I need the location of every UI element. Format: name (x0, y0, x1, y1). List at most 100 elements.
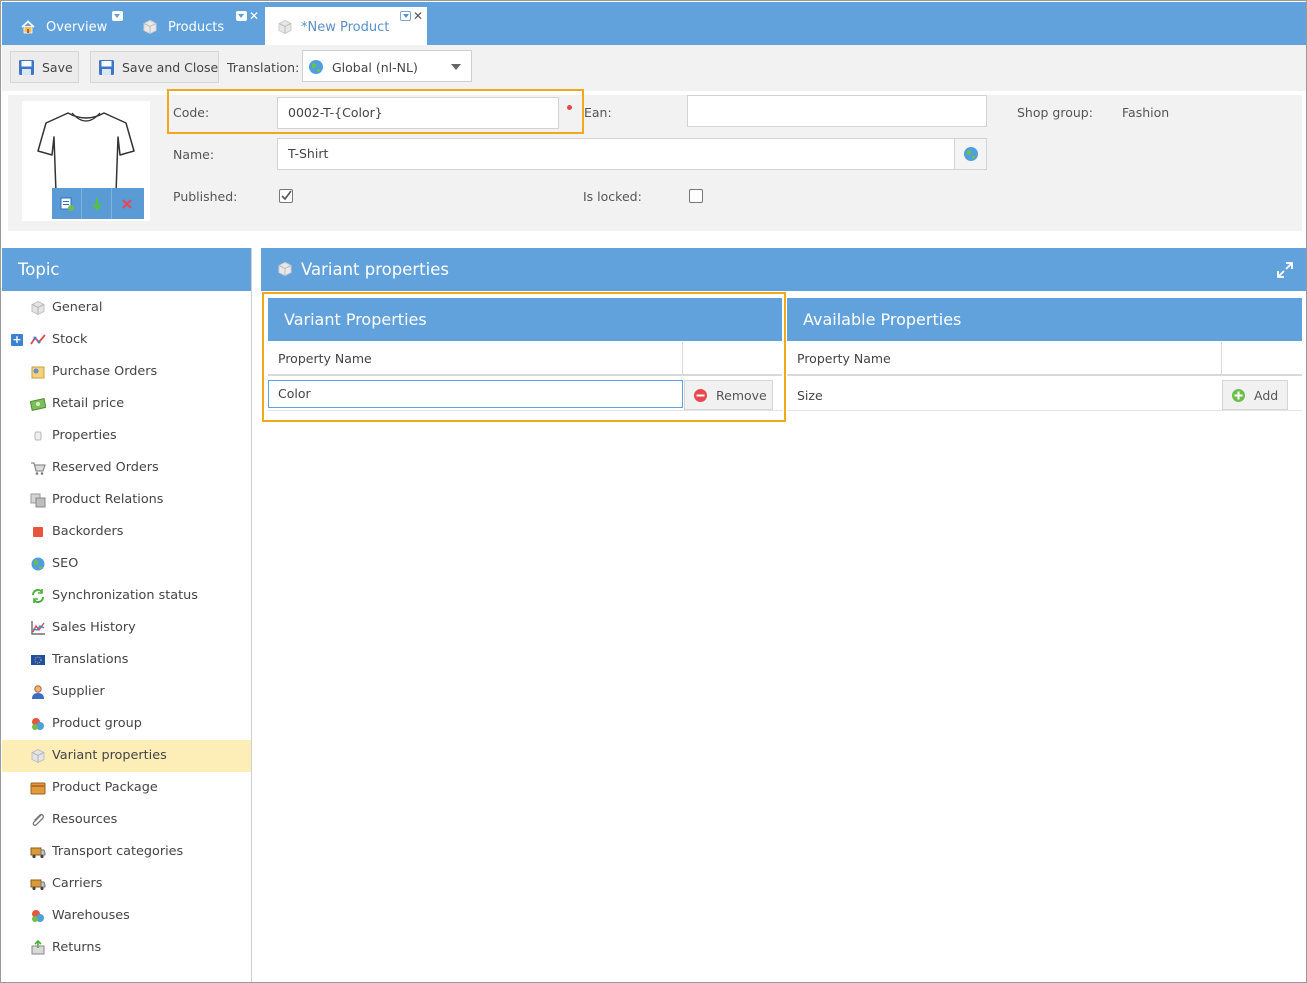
sidebar-item-label: Carriers (52, 876, 103, 891)
sidebar-item-carriers[interactable]: Carriers (2, 868, 251, 900)
sidebar-item-label: Warehouses (52, 908, 130, 923)
truck-icon (30, 879, 46, 891)
remove-button[interactable]: Remove (684, 380, 773, 410)
published-checkbox[interactable] (279, 189, 293, 203)
remove-circle-icon (694, 389, 707, 402)
sidebar-item-translations[interactable]: Translations (2, 644, 251, 676)
checkmark-icon (281, 190, 292, 201)
sync-icon (32, 589, 44, 603)
arrow-down-icon (91, 197, 102, 211)
table-row: Size Add (787, 377, 1302, 411)
tshirt-image-icon (37, 112, 135, 194)
sidebar-item-label: Returns (52, 940, 102, 955)
cube-icon (31, 300, 45, 316)
cube-icon (31, 748, 45, 764)
sidebar-item-general[interactable]: General (2, 292, 251, 324)
sidebar-item-label: Stock (52, 332, 88, 347)
sidebar-item-sales-history[interactable]: Sales History (2, 612, 251, 644)
name-field[interactable]: T-Shirt (277, 138, 955, 170)
sidebar-item-retail-price[interactable]: Retail price (2, 388, 251, 420)
sidebar-item-product-relations[interactable]: Product Relations (2, 484, 251, 516)
cart-icon (31, 462, 46, 475)
is-locked-checkbox[interactable] (689, 189, 703, 203)
maximize-icon[interactable] (1277, 262, 1293, 278)
tab-menu-chevron-down-icon[interactable] (112, 11, 123, 21)
expand-plus-icon[interactable]: + (11, 334, 23, 346)
delete-icon (122, 198, 132, 209)
tab-label: Overview (46, 20, 108, 35)
code-field[interactable]: 0002-T-{Color} (277, 97, 559, 129)
save-and-close-button[interactable]: Save and Close (90, 51, 219, 83)
sidebar-item-seo[interactable]: SEO (2, 548, 251, 580)
sidebar-item-product-group[interactable]: Product group (2, 708, 251, 740)
shop-group-value: Fashion (1122, 105, 1170, 120)
sidebar-item-label: Supplier (52, 684, 105, 699)
table-row: Color Remove (267, 377, 783, 411)
sidebar-item-transport-categories[interactable]: Transport categories (2, 836, 251, 868)
tab-new-product[interactable]: *New Product ✕ (265, 7, 427, 45)
delete-image-button[interactable] (112, 188, 142, 219)
variant-properties-grid-title: Variant Properties (268, 298, 782, 341)
variant-property-value-field[interactable]: Color (268, 380, 683, 408)
cube-icon (278, 19, 292, 35)
main-panel-title: Variant properties (301, 260, 449, 279)
topic-sidebar: Topic General + Stock Purchase Orders Re… (2, 248, 252, 982)
sidebar-item-product-package[interactable]: Product Package (2, 772, 251, 804)
add-button[interactable]: Add (1222, 380, 1288, 410)
sidebar-item-properties[interactable]: Properties (2, 420, 251, 452)
backorders-icon (33, 527, 43, 537)
sidebar-item-supplier[interactable]: Supplier (2, 676, 251, 708)
tab-menu-chevron-down-icon[interactable] (400, 11, 411, 21)
package-icon (30, 782, 46, 795)
image-add-icon (60, 197, 74, 211)
translation-label: Translation: (227, 60, 300, 75)
add-button-label: Add (1254, 388, 1279, 403)
tab-menu-chevron-down-icon[interactable] (236, 11, 247, 21)
upload-image-button[interactable] (52, 188, 82, 219)
variant-properties-grid-header: Property Name (268, 342, 782, 376)
sidebar-item-warehouses[interactable]: Warehouses (2, 900, 251, 932)
sidebar-item-label: Product group (52, 716, 142, 731)
sidebar-item-synchronization-status[interactable]: Synchronization status (2, 580, 251, 612)
property-name-column-header[interactable]: Property Name (797, 351, 891, 366)
close-icon[interactable]: ✕ (413, 9, 423, 23)
available-property-value: Size (797, 388, 823, 403)
close-icon[interactable]: ✕ (249, 9, 259, 23)
properties-icon (34, 431, 42, 441)
is-locked-label: Is locked: (583, 189, 642, 204)
property-name-column-header[interactable]: Property Name (278, 351, 372, 366)
main-panel: Variant properties Variant Properties Pr… (261, 248, 1306, 982)
relations-icon (30, 493, 46, 508)
sidebar-item-label: Transport categories (52, 844, 184, 859)
returns-icon (31, 940, 45, 955)
group-icon (32, 718, 44, 730)
name-label: Name: (173, 147, 215, 162)
sidebar-item-label: Sales History (52, 620, 136, 635)
main-panel-header: Variant properties (261, 248, 1306, 291)
tab-overview[interactable]: Overview (20, 7, 138, 45)
download-image-button[interactable] (82, 188, 112, 219)
sidebar-item-returns[interactable]: Returns (2, 932, 251, 964)
sidebar-item-stock[interactable]: + Stock (2, 324, 251, 356)
truck-icon (30, 847, 46, 859)
sidebar-title: Topic (2, 248, 251, 291)
sidebar-item-resources[interactable]: Resources (2, 804, 251, 836)
sidebar-item-label: Synchronization status (52, 588, 198, 603)
sidebar-item-label: Purchase Orders (52, 364, 158, 379)
column-divider (682, 342, 683, 374)
sidebar-item-label: Properties (52, 428, 117, 443)
published-label: Published: (173, 189, 238, 204)
sidebar-item-purchase-orders[interactable]: Purchase Orders (2, 356, 251, 388)
save-button[interactable]: Save (10, 51, 79, 83)
toolbar: Save Save and Close Translation: Global … (2, 45, 1306, 91)
translation-select[interactable]: Global (nl-NL) (302, 50, 472, 82)
tab-label: Products (168, 20, 225, 35)
floppy-disk-icon (99, 60, 114, 75)
ean-field[interactable] (687, 95, 987, 127)
sidebar-item-backorders[interactable]: Backorders (2, 516, 251, 548)
sidebar-item-reserved-orders[interactable]: Reserved Orders (2, 452, 251, 484)
sidebar-item-variant-properties[interactable]: Variant properties (2, 740, 251, 772)
tab-label: *New Product (301, 20, 390, 35)
tab-products[interactable]: Products ✕ (142, 7, 260, 45)
name-translate-button[interactable] (954, 138, 987, 170)
